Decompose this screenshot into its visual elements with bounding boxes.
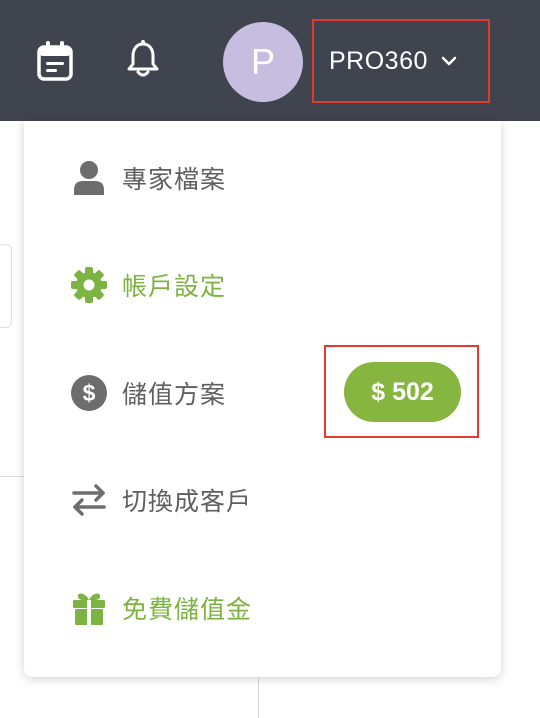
menu-item-free-credit[interactable]: 免費儲值金 <box>24 573 501 643</box>
menu-item-label: 切換成客戶 <box>122 488 253 516</box>
chevron-down-icon <box>440 55 458 67</box>
menu-item-label: 專家檔案 <box>122 166 227 194</box>
balance-amount: $ 502 <box>371 377 434 406</box>
calendar-icon[interactable] <box>34 40 76 82</box>
svg-text:$: $ <box>83 380 96 406</box>
swap-arrows-icon <box>69 480 109 520</box>
menu-item-label: 儲值方案 <box>122 381 227 409</box>
balance-badge[interactable]: $ 502 <box>344 362 461 422</box>
menu-item-label: 帳戶設定 <box>122 273 227 301</box>
account-menu-button[interactable]: PRO360 <box>312 19 490 103</box>
background-divider <box>0 476 24 477</box>
top-navigation-bar: P PRO360 <box>0 0 540 121</box>
menu-item-label: 免費儲值金 <box>122 596 253 624</box>
gear-icon <box>69 265 109 305</box>
background-panel-edge <box>0 244 12 328</box>
menu-item-account-settings[interactable]: 帳戶設定 <box>24 250 501 320</box>
avatar[interactable]: P <box>223 22 303 102</box>
background-divider-vertical <box>258 675 259 718</box>
account-name: PRO360 <box>329 46 428 75</box>
avatar-initial: P <box>250 41 275 82</box>
menu-item-expert-profile[interactable]: 專家檔案 <box>24 143 501 213</box>
user-icon <box>69 158 109 198</box>
bell-icon[interactable] <box>122 38 164 80</box>
gift-icon <box>69 588 109 628</box>
menu-item-switch-to-client[interactable]: 切換成客戶 <box>24 465 501 535</box>
dollar-circle-icon: $ <box>69 373 109 413</box>
